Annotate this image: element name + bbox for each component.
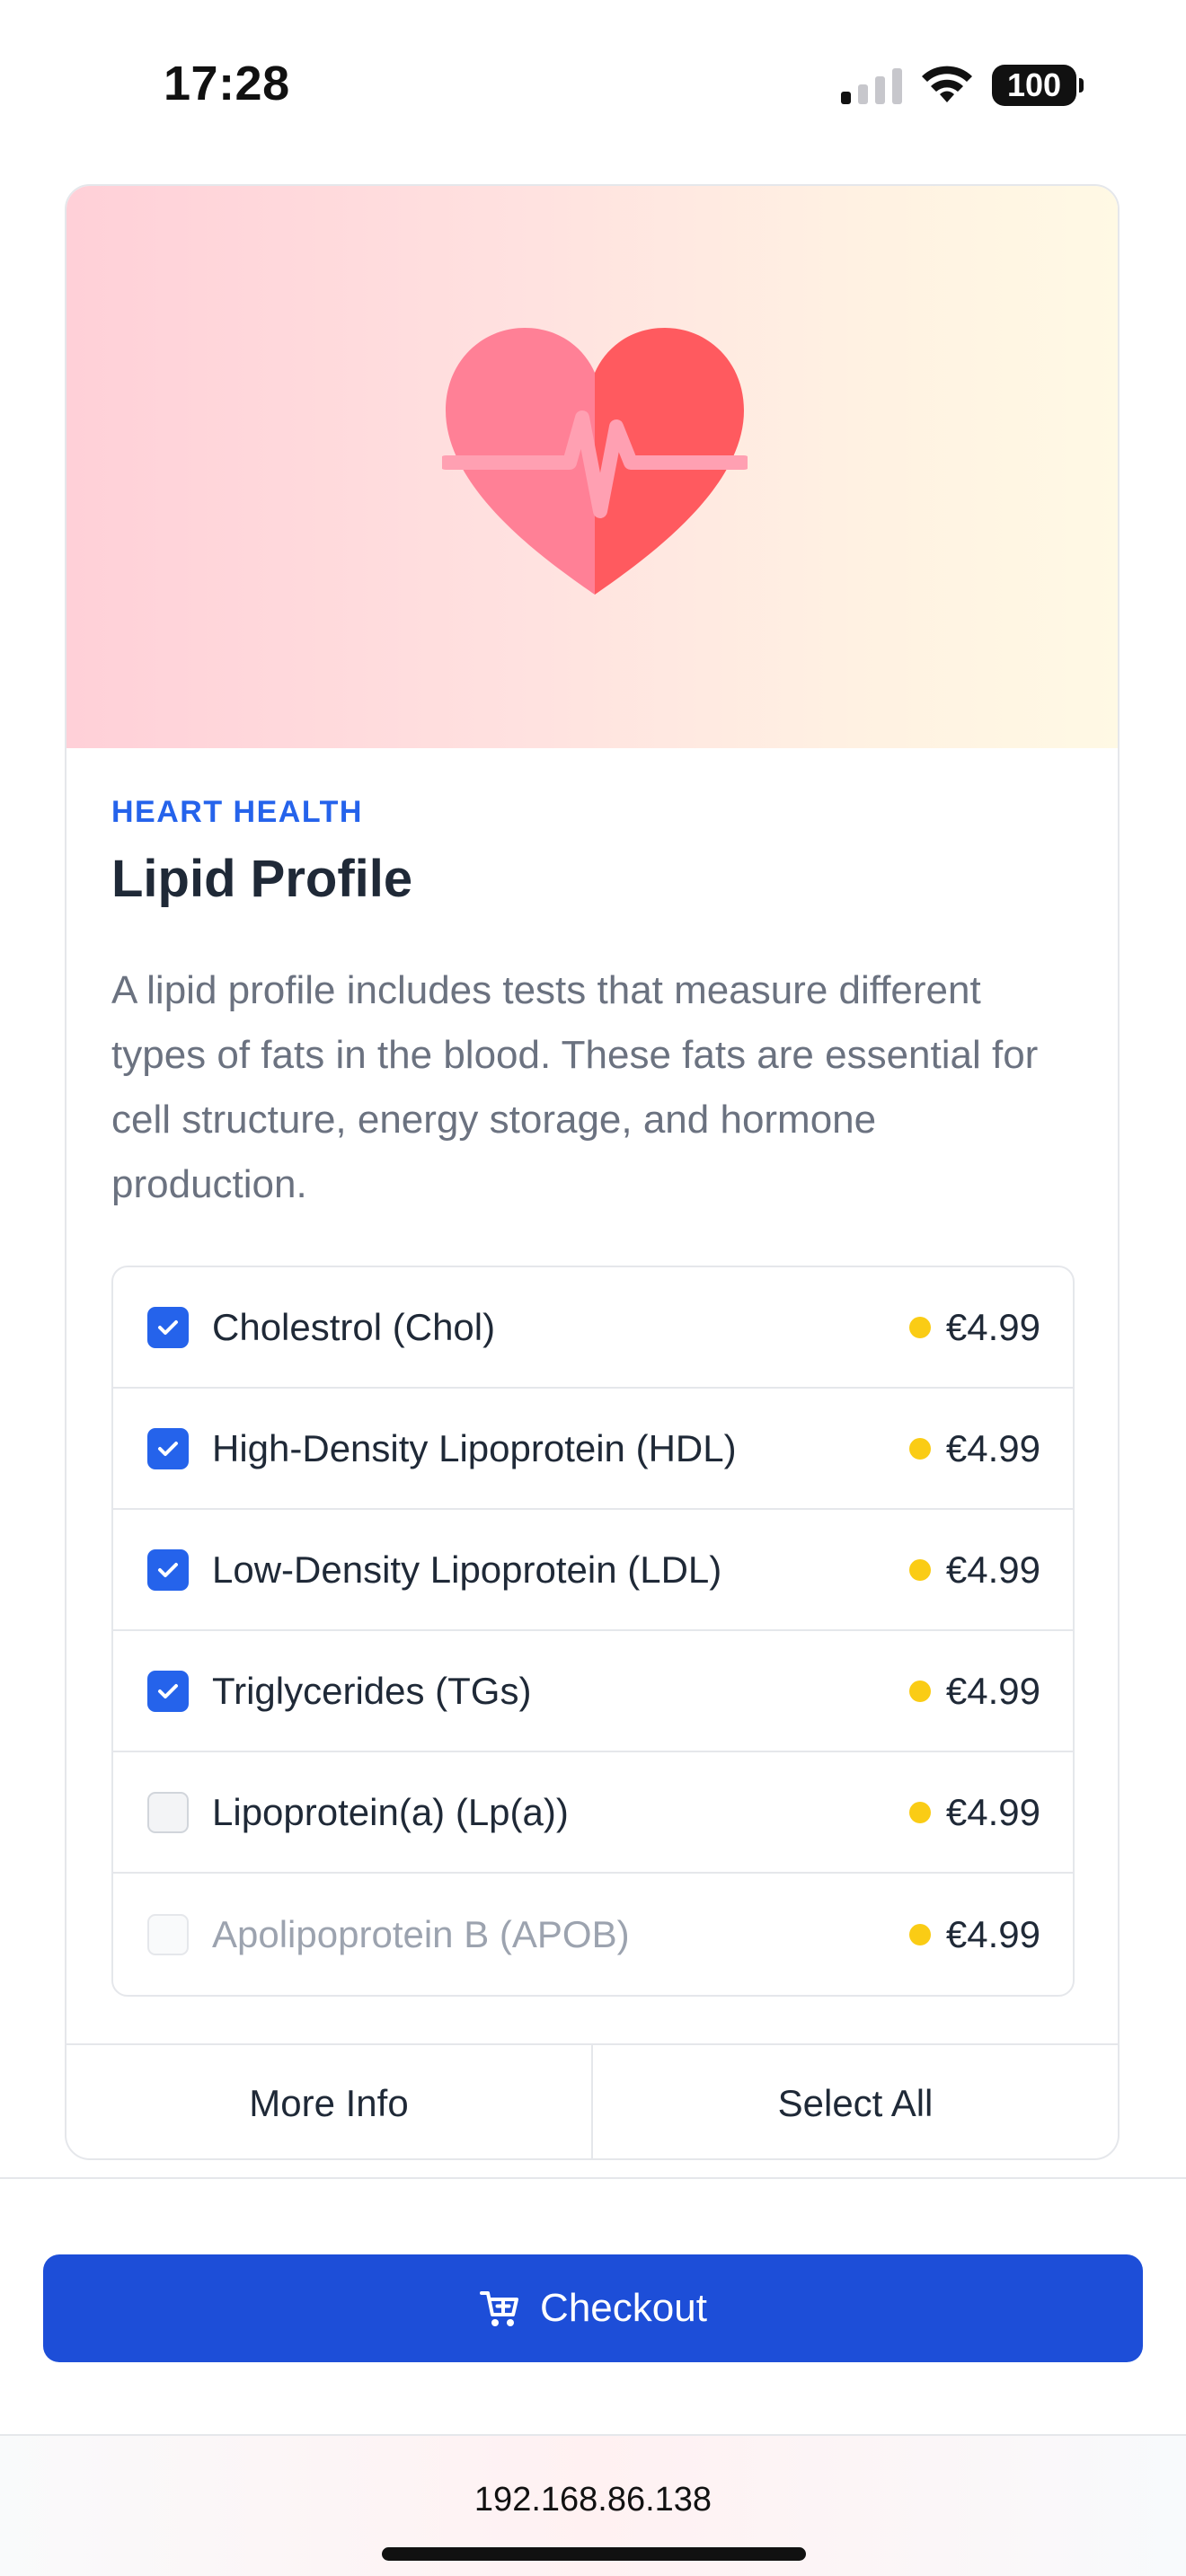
checkbox-checked[interactable] bbox=[147, 1548, 189, 1591]
test-row-cholesterol[interactable]: Cholestrol (Chol) €4.99 bbox=[113, 1267, 1073, 1389]
test-name: Low-Density Lipoprotein (LDL) bbox=[212, 1548, 722, 1591]
test-row-lpa[interactable]: Lipoprotein(a) (Lp(a)) €4.99 bbox=[113, 1752, 1073, 1874]
price-dot-icon bbox=[909, 1316, 931, 1338]
test-price: €4.99 bbox=[945, 1790, 1040, 1833]
checkmark-icon bbox=[158, 1683, 178, 1698]
cellular-signal-icon bbox=[841, 68, 902, 104]
card-title: Lipid Profile bbox=[111, 850, 413, 908]
test-name: High-Density Lipoprotein (HDL) bbox=[212, 1426, 737, 1469]
divider bbox=[0, 2177, 1186, 2179]
test-name: Lipoprotein(a) (Lp(a)) bbox=[212, 1790, 569, 1833]
browser-url[interactable]: 192.168.86.138 bbox=[0, 2481, 1186, 2519]
checkbox-unchecked[interactable] bbox=[147, 1791, 189, 1833]
price-dot-icon bbox=[909, 1558, 931, 1581]
checkbox-checked[interactable] bbox=[147, 1427, 189, 1469]
cart-icon bbox=[480, 2291, 519, 2326]
checkbox-checked[interactable] bbox=[147, 1306, 189, 1348]
checkbox-disabled[interactable] bbox=[147, 1913, 189, 1955]
price-dot-icon bbox=[909, 1801, 931, 1823]
checkout-button[interactable]: Checkout bbox=[43, 2254, 1143, 2362]
card-actions: More Info Select All bbox=[66, 2043, 1118, 2158]
checkout-label: Checkout bbox=[540, 2286, 707, 2330]
status-time: 17:28 bbox=[164, 57, 290, 110]
test-price: €4.99 bbox=[945, 1548, 1040, 1591]
test-row-apob[interactable]: Apolipoprotein B (APOB) €4.99 bbox=[113, 1874, 1073, 1995]
checkmark-icon bbox=[158, 1441, 178, 1456]
wifi-icon bbox=[922, 66, 972, 102]
checkmark-icon bbox=[158, 1562, 178, 1577]
test-row-ldl[interactable]: Low-Density Lipoprotein (LDL) €4.99 bbox=[113, 1510, 1073, 1631]
more-info-button[interactable]: More Info bbox=[66, 2045, 591, 2158]
price-dot-icon bbox=[909, 1680, 931, 1702]
product-card: HEART HEALTH Lipid Profile A lipid profi… bbox=[65, 184, 1120, 2160]
card-description: A lipid profile includes tests that meas… bbox=[111, 968, 1039, 1206]
test-name: Triglycerides (TGs) bbox=[212, 1669, 532, 1712]
price-dot-icon bbox=[909, 1437, 931, 1460]
test-name: Apolipoprotein B (APOB) bbox=[212, 1912, 630, 1955]
checkmark-icon bbox=[158, 1319, 178, 1335]
test-list: Cholestrol (Chol) €4.99 High-Density Lip… bbox=[111, 1266, 1075, 1997]
test-row-hdl[interactable]: High-Density Lipoprotein (HDL) €4.99 bbox=[113, 1389, 1073, 1510]
price-dot-icon bbox=[909, 1923, 931, 1945]
browser-address-bar[interactable]: 192.168.86.138 bbox=[0, 2434, 1186, 2576]
heart-ecg-icon bbox=[442, 328, 748, 595]
select-all-button[interactable]: Select All bbox=[591, 2045, 1118, 2158]
battery-icon: 100 bbox=[992, 65, 1084, 106]
card-hero bbox=[66, 186, 1118, 748]
status-bar: 17:28 100 bbox=[0, 0, 1186, 171]
checkbox-checked[interactable] bbox=[147, 1670, 189, 1712]
test-price: €4.99 bbox=[945, 1305, 1040, 1348]
test-price: €4.99 bbox=[945, 1912, 1040, 1955]
card-category: HEART HEALTH bbox=[111, 795, 363, 829]
test-name: Cholestrol (Chol) bbox=[212, 1305, 496, 1348]
test-row-triglycerides[interactable]: Triglycerides (TGs) €4.99 bbox=[113, 1631, 1073, 1752]
test-price: €4.99 bbox=[945, 1426, 1040, 1469]
home-indicator[interactable] bbox=[382, 2547, 806, 2561]
test-price: €4.99 bbox=[945, 1669, 1040, 1712]
